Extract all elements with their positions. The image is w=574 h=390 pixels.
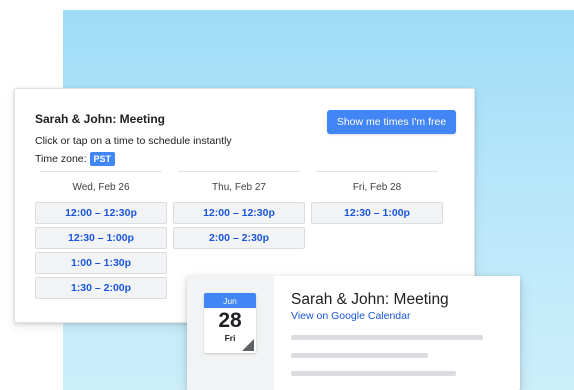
- day-column-wed: Wed, Feb 26 12:00 – 12:30p 12:30 – 1:00p…: [35, 171, 167, 302]
- day-header: Thu, Feb 27: [178, 171, 300, 202]
- time-slot-button[interactable]: 1:00 – 1:30p: [35, 252, 167, 274]
- timezone-label: Time zone:: [35, 153, 87, 165]
- time-slot-button[interactable]: 12:30 – 1:00p: [311, 202, 443, 224]
- day-header: Fri, Feb 28: [316, 171, 438, 202]
- placeholder-line: [291, 353, 428, 358]
- time-slot-button[interactable]: 12:30 – 1:00p: [35, 227, 167, 249]
- scheduler-instructions: Click or tap on a time to schedule insta…: [35, 135, 232, 147]
- time-slot-button[interactable]: 12:00 – 12:30p: [173, 202, 305, 224]
- calendar-date-icon: Jun 28 Fri: [204, 293, 256, 353]
- calendar-day-number: 28: [218, 309, 242, 332]
- day-header: Wed, Feb 26: [40, 171, 162, 202]
- view-calendar-link[interactable]: View on Google Calendar: [291, 310, 410, 322]
- time-slot-button[interactable]: 2:00 – 2:30p: [173, 227, 305, 249]
- event-title: Sarah & John: Meeting: [291, 291, 449, 308]
- scheduler-title: Sarah & John: Meeting: [35, 112, 166, 126]
- timezone-row: Time zone: PST: [35, 152, 116, 166]
- event-card-sidebar: Jun 28 Fri: [187, 276, 274, 390]
- placeholder-line: [291, 335, 483, 340]
- time-slot-button[interactable]: 1:30 – 2:00p: [35, 277, 167, 299]
- timezone-badge[interactable]: PST: [89, 152, 116, 166]
- page-fold-icon: [242, 339, 254, 351]
- placeholder-line: [291, 371, 456, 376]
- time-slot-button[interactable]: 12:00 – 12:30p: [35, 202, 167, 224]
- calendar-month: Jun: [204, 293, 256, 308]
- event-card: Jun 28 Fri Sarah & John: Meeting View on…: [187, 276, 520, 390]
- show-free-times-button[interactable]: Show me times I'm free: [327, 110, 456, 134]
